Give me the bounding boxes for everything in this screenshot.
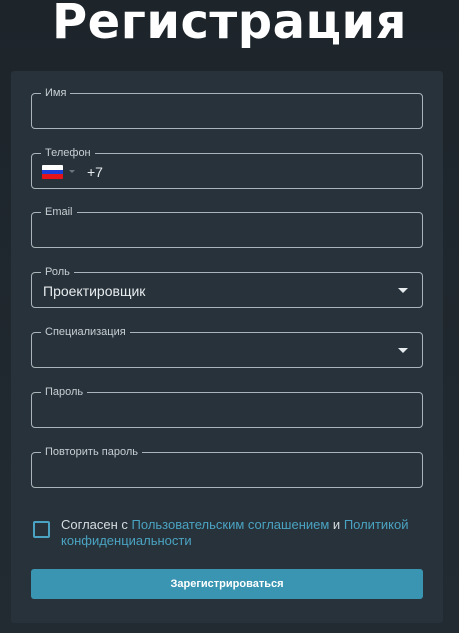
name-field[interactable]: Имя: [31, 86, 423, 129]
register-button[interactable]: Зарегистрироваться: [31, 569, 423, 599]
role-label: Роль: [41, 265, 74, 279]
russia-flag-icon[interactable]: [42, 165, 63, 179]
phone-field[interactable]: Телефон +7: [31, 146, 423, 189]
registration-form: Имя Телефон +7 Email Роль Проектировщик …: [11, 71, 443, 623]
registration-page: Регистрация Имя Телефон +7 Email Роль Пр…: [0, 0, 459, 633]
specialization-chevron-down-icon[interactable]: [398, 348, 408, 353]
role-select[interactable]: Роль Проектировщик: [31, 265, 423, 308]
role-value: Проектировщик: [43, 283, 146, 299]
page-title: Регистрация: [52, 0, 407, 50]
password-field[interactable]: Пароль: [31, 385, 423, 428]
password-repeat-field[interactable]: Повторить пароль: [31, 445, 423, 488]
terms-link[interactable]: Пользовательским соглашением: [132, 517, 330, 532]
password-repeat-label: Повторить пароль: [41, 445, 142, 459]
agreement-middle: и: [329, 517, 344, 532]
email-field[interactable]: Email: [31, 205, 423, 248]
password-label: Пароль: [41, 385, 88, 399]
specialization-label: Специализация: [41, 325, 130, 339]
specialization-select[interactable]: Специализация: [31, 325, 423, 368]
phone-code: +7: [87, 164, 103, 180]
agreement-prefix: Согласен с: [61, 517, 132, 532]
agreement-text: Согласен с Пользовательским соглашением …: [61, 517, 421, 549]
role-chevron-down-icon[interactable]: [398, 288, 408, 293]
phone-label: Телефон: [41, 146, 95, 160]
agreement-checkbox[interactable]: [33, 521, 50, 538]
email-label: Email: [41, 205, 77, 219]
country-chevron-down-icon[interactable]: [69, 170, 75, 173]
name-label: Имя: [41, 86, 71, 100]
